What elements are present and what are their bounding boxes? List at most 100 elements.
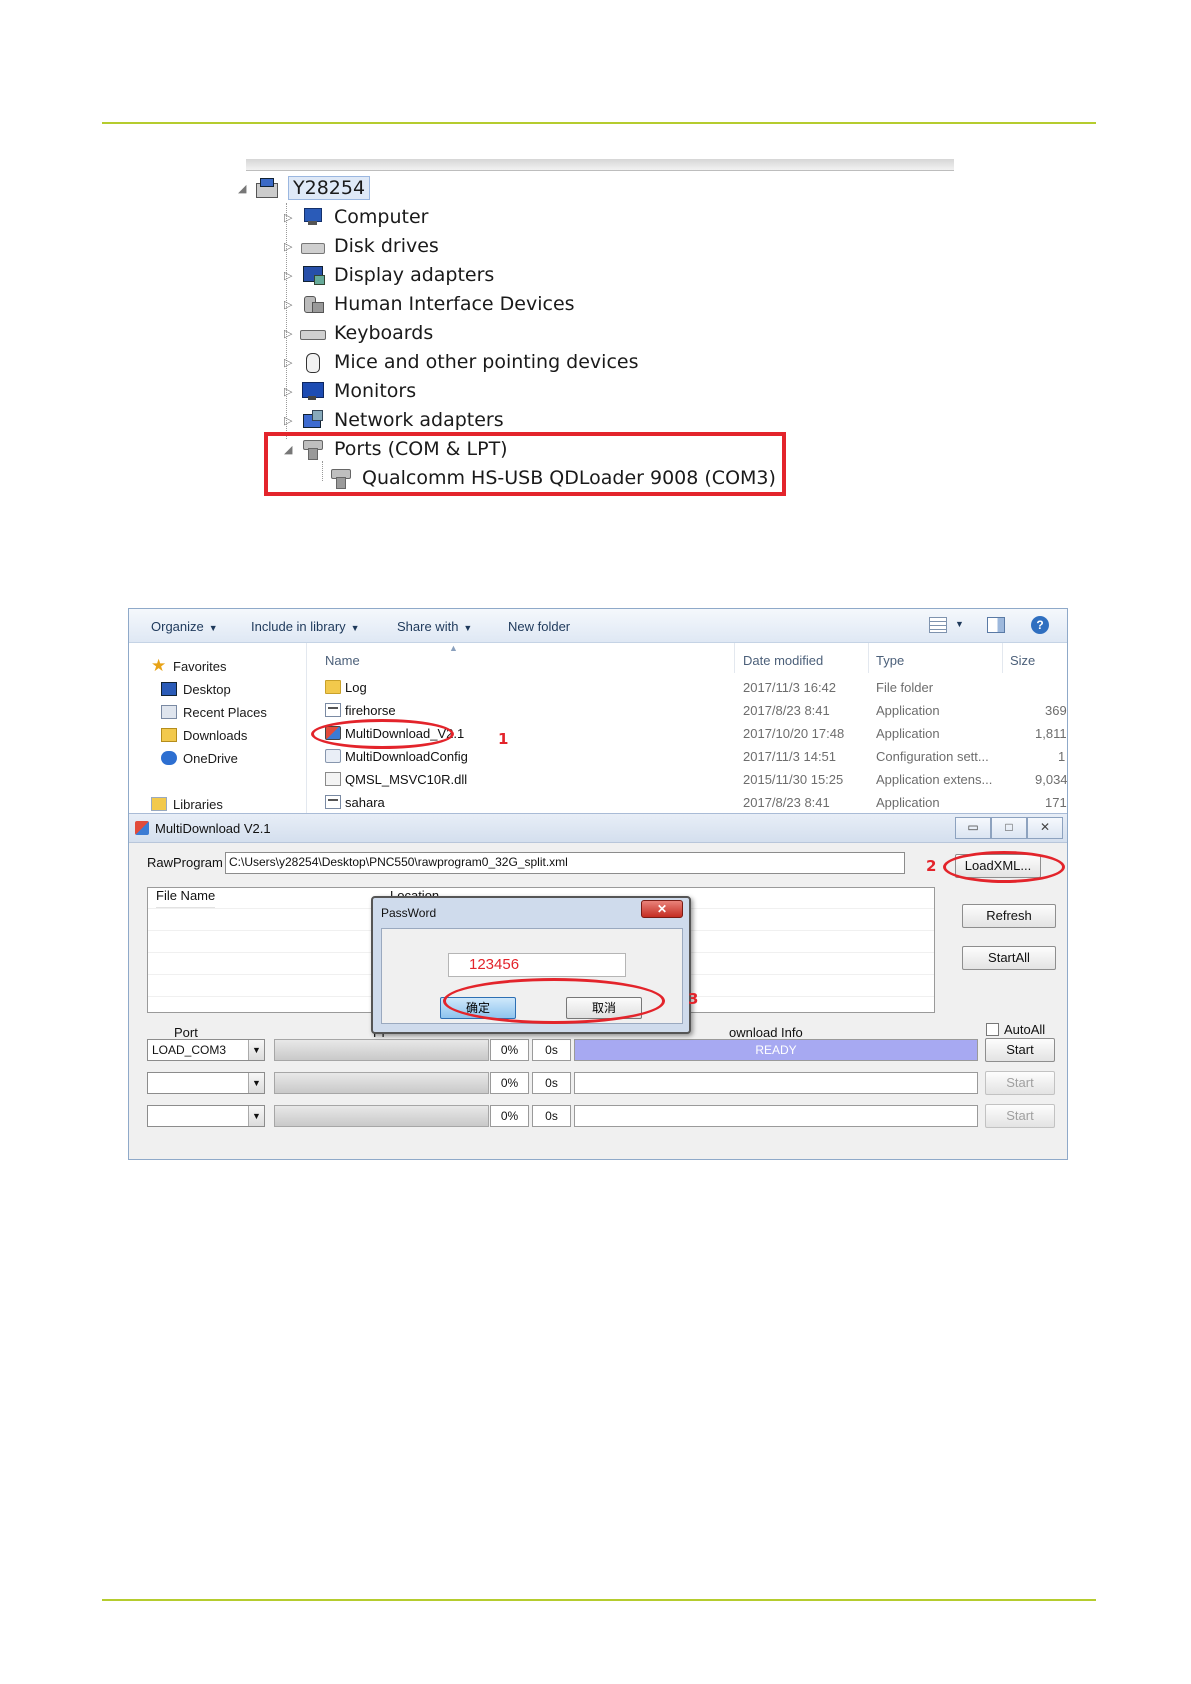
dialog-close-button[interactable]: ✕ bbox=[641, 900, 683, 918]
progress-percent: 0% bbox=[490, 1072, 529, 1094]
autoall-checkbox[interactable] bbox=[986, 1023, 999, 1036]
expand-arrow-icon[interactable]: ▷ bbox=[284, 356, 296, 369]
port-select[interactable]: ▼ bbox=[147, 1105, 265, 1127]
include-in-library-menu[interactable]: Include in library ▼ bbox=[251, 619, 360, 634]
ports-highlight-box bbox=[264, 432, 786, 496]
start-button[interactable]: Start bbox=[985, 1104, 1055, 1128]
share-with-label: Share with bbox=[397, 619, 459, 634]
password-input[interactable]: 123456 bbox=[448, 953, 626, 977]
download-info-status: READY bbox=[574, 1039, 978, 1061]
organize-menu[interactable]: Organize ▼ bbox=[151, 619, 218, 634]
startall-button[interactable]: StartAll bbox=[962, 946, 1056, 970]
expand-arrow-icon[interactable]: ▷ bbox=[284, 327, 296, 340]
share-with-menu[interactable]: Share with ▼ bbox=[397, 619, 472, 634]
footer-rule bbox=[102, 1599, 1096, 1601]
config-file-icon bbox=[325, 749, 341, 763]
expand-arrow-icon[interactable]: ▷ bbox=[284, 385, 296, 398]
tree-item-mice[interactable]: ▷ Mice and other pointing devices bbox=[284, 349, 638, 375]
file-row[interactable]: MultiDownloadConfig 2017/11/3 14:51 Conf… bbox=[325, 746, 1067, 768]
tree-item-label: Mice and other pointing devices bbox=[334, 351, 639, 373]
column-divider bbox=[734, 643, 735, 673]
callout-number-1: 1 bbox=[498, 730, 509, 748]
downloads-folder-icon bbox=[161, 728, 177, 742]
explorer-command-bar: Organize ▼ Include in library ▼ Share with… bbox=[129, 609, 1067, 643]
new-folder-button[interactable]: New folder bbox=[508, 619, 570, 634]
tree-item-disk-drives[interactable]: ▷ Disk drives bbox=[284, 233, 439, 259]
help-icon[interactable]: ? bbox=[1031, 616, 1049, 634]
expand-arrow-icon[interactable]: ▷ bbox=[284, 211, 296, 224]
file-name: MultiDownloadConfig bbox=[345, 749, 468, 764]
expand-arrow-icon[interactable]: ▷ bbox=[284, 269, 296, 282]
tree-root[interactable]: ◢ Y28254 bbox=[238, 175, 371, 201]
preview-pane-icon[interactable] bbox=[987, 617, 1005, 633]
nav-label: Favorites bbox=[173, 658, 227, 674]
network-adapter-icon bbox=[300, 410, 324, 430]
column-divider bbox=[1002, 643, 1003, 673]
organize-label: Organize bbox=[151, 619, 204, 634]
expand-arrow-icon[interactable]: ▷ bbox=[284, 414, 296, 427]
nav-recent-places[interactable]: Recent Places bbox=[161, 703, 267, 721]
port-select[interactable]: ▼ bbox=[147, 1072, 265, 1094]
callout-number-3: 3 bbox=[688, 990, 699, 1008]
download-progress-bar bbox=[274, 1039, 489, 1061]
file-row[interactable]: firehorse 2017/8/23 8:41 Application 369… bbox=[325, 700, 1067, 722]
close-button[interactable]: ✕ bbox=[1027, 817, 1063, 839]
file-row[interactable]: QMSL_MSVC10R.dll 2015/11/30 15:25 Applic… bbox=[325, 769, 1067, 791]
start-button[interactable]: Start bbox=[985, 1038, 1055, 1062]
nav-label: Desktop bbox=[183, 681, 231, 697]
tree-item-hid[interactable]: ▷ Human Interface Devices bbox=[284, 291, 575, 317]
column-size[interactable]: Size bbox=[1010, 653, 1035, 668]
file-date: 2017/10/20 17:48 bbox=[743, 726, 845, 741]
column-name[interactable]: Name bbox=[325, 653, 360, 668]
nav-label: Recent Places bbox=[183, 704, 267, 720]
tree-item-keyboards[interactable]: ▷ Keyboards bbox=[284, 320, 433, 346]
file-size: 171 KB bbox=[1045, 795, 1067, 810]
nav-favorites[interactable]: ★ Favorites bbox=[151, 657, 226, 675]
file-date: 2017/11/3 16:42 bbox=[743, 680, 837, 695]
nav-downloads[interactable]: Downloads bbox=[161, 726, 247, 744]
progress-percent: 0% bbox=[490, 1105, 529, 1127]
column-type[interactable]: Type bbox=[876, 653, 904, 668]
expand-arrow-icon[interactable]: ▷ bbox=[284, 298, 296, 311]
nav-desktop[interactable]: Desktop bbox=[161, 680, 231, 698]
rawprogram-path-field[interactable]: C:\Users\y28254\Desktop\PNC550\rawprogra… bbox=[225, 852, 905, 874]
view-dropdown-icon[interactable]: ▼ bbox=[955, 619, 964, 629]
elapsed-time: 0s bbox=[532, 1072, 571, 1094]
refresh-button[interactable]: Refresh bbox=[962, 904, 1056, 928]
nav-libraries[interactable]: Libraries bbox=[151, 795, 223, 813]
collapse-arrow-icon[interactable]: ◢ bbox=[238, 182, 250, 195]
file-type: Application bbox=[876, 726, 940, 741]
tree-item-monitors[interactable]: ▷ Monitors bbox=[284, 378, 416, 404]
tree-item-computer[interactable]: ▷ Computer bbox=[284, 204, 428, 230]
column-divider bbox=[868, 643, 869, 673]
include-in-library-label: Include in library bbox=[251, 619, 346, 634]
port-select-value: LOAD_COM3 bbox=[152, 1043, 227, 1057]
header-rule bbox=[102, 122, 1096, 124]
column-date-modified[interactable]: Date modified bbox=[743, 653, 823, 668]
libraries-icon bbox=[151, 797, 167, 811]
application-icon bbox=[325, 703, 341, 717]
recent-places-icon bbox=[161, 705, 177, 719]
tree-item-network-adapters[interactable]: ▷ Network adapters bbox=[284, 407, 504, 433]
tree-item-label: Computer bbox=[334, 206, 429, 228]
download-progress-bar bbox=[274, 1072, 489, 1094]
device-manager-top-bar bbox=[246, 159, 954, 171]
new-folder-label: New folder bbox=[508, 619, 571, 634]
minimize-button[interactable]: ▭ bbox=[955, 817, 991, 839]
maximize-button[interactable]: □ bbox=[991, 817, 1027, 839]
tree-item-label: Human Interface Devices bbox=[334, 293, 575, 315]
expand-arrow-icon[interactable]: ▷ bbox=[284, 240, 296, 253]
view-options-icon[interactable] bbox=[929, 617, 947, 633]
tree-item-display-adapters[interactable]: ▷ Display adapters bbox=[284, 262, 494, 288]
file-type: File folder bbox=[876, 680, 934, 695]
file-size: 369 KB bbox=[1045, 703, 1067, 718]
port-select[interactable]: LOAD_COM3 ▼ bbox=[147, 1039, 265, 1061]
download-info-status bbox=[574, 1072, 978, 1094]
chevron-down-icon: ▼ bbox=[350, 623, 360, 633]
file-row[interactable]: Log 2017/11/3 16:42 File folder bbox=[325, 677, 1067, 699]
file-row[interactable]: sahara 2017/8/23 8:41 Application 171 KB bbox=[325, 792, 1067, 814]
nav-onedrive[interactable]: OneDrive bbox=[161, 749, 238, 767]
file-type: Configuration sett... bbox=[876, 749, 989, 764]
start-button[interactable]: Start bbox=[985, 1071, 1055, 1095]
progress-percent: 0% bbox=[490, 1039, 529, 1061]
